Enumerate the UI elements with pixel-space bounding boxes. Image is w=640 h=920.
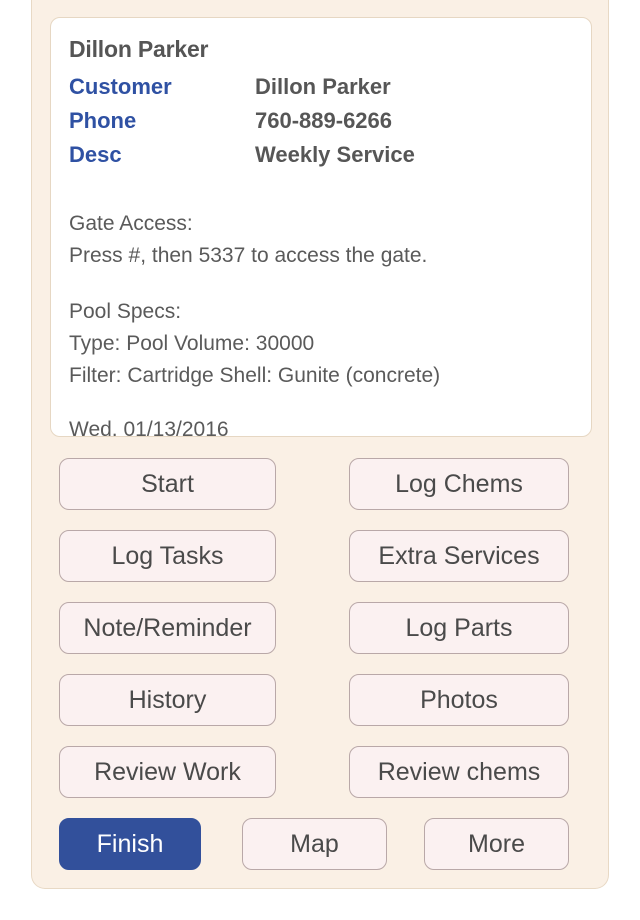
button-row-4: History Photos [32, 666, 610, 738]
action-button-grid: Start Log Chems Log Tasks Extra Services… [32, 450, 610, 882]
notes-section: Gate Access: Press #, then 5337 to acces… [69, 208, 575, 392]
log-tasks-button[interactable]: Log Tasks [59, 530, 276, 582]
customer-details-list: Customer Dillon Parker Phone 760-889-6266 … [69, 70, 574, 172]
pool-specs-type: Type: Pool Volume: 30000 [69, 332, 315, 355]
detail-label-desc: Desc [69, 142, 122, 167]
button-row-6: Finish Map More [32, 810, 610, 882]
finish-button[interactable]: Finish [59, 818, 201, 870]
note-reminder-button[interactable]: Note/Reminder [59, 602, 276, 654]
history-button[interactable]: History [59, 674, 276, 726]
review-work-button[interactable]: Review Work [59, 746, 276, 798]
detail-value-customer: Dillon Parker [255, 74, 391, 99]
detail-row-phone: Phone 760-889-6266 [69, 104, 574, 138]
log-parts-button[interactable]: Log Parts [349, 602, 569, 654]
detail-label-customer: Customer [69, 74, 172, 99]
customer-info-card: Dillon Parker Customer Dillon Parker Phon… [50, 17, 592, 437]
gate-access-heading: Gate Access: [69, 212, 193, 235]
gate-access-text: Press #, then 5337 to access the gate. [69, 244, 428, 267]
pool-specs-filter: Filter: Cartridge Shell: Gunite (concret… [69, 364, 441, 387]
service-date: Wed. 01/13/2016 [69, 418, 229, 437]
service-stop-panel: Dillon Parker Customer Dillon Parker Phon… [31, 0, 609, 889]
notes-spacer [69, 272, 575, 296]
detail-row-customer: Customer Dillon Parker [69, 70, 574, 104]
start-button[interactable]: Start [59, 458, 276, 510]
detail-row-desc: Desc Weekly Service [69, 138, 574, 172]
map-button[interactable]: Map [242, 818, 387, 870]
review-chems-button[interactable]: Review chems [349, 746, 569, 798]
button-row-3: Note/Reminder Log Parts [32, 594, 610, 666]
more-button[interactable]: More [424, 818, 569, 870]
log-chems-button[interactable]: Log Chems [349, 458, 569, 510]
pool-specs-heading: Pool Specs: [69, 300, 182, 323]
button-row-1: Start Log Chems [32, 450, 610, 522]
button-row-2: Log Tasks Extra Services [32, 522, 610, 594]
detail-value-desc: Weekly Service [255, 142, 415, 167]
detail-label-phone: Phone [69, 108, 137, 133]
page-title: Dillon Parker [69, 36, 209, 62]
extra-services-button[interactable]: Extra Services [349, 530, 569, 582]
detail-value-phone: 760-889-6266 [255, 108, 393, 133]
button-row-5: Review Work Review chems [32, 738, 610, 810]
photos-button[interactable]: Photos [349, 674, 569, 726]
